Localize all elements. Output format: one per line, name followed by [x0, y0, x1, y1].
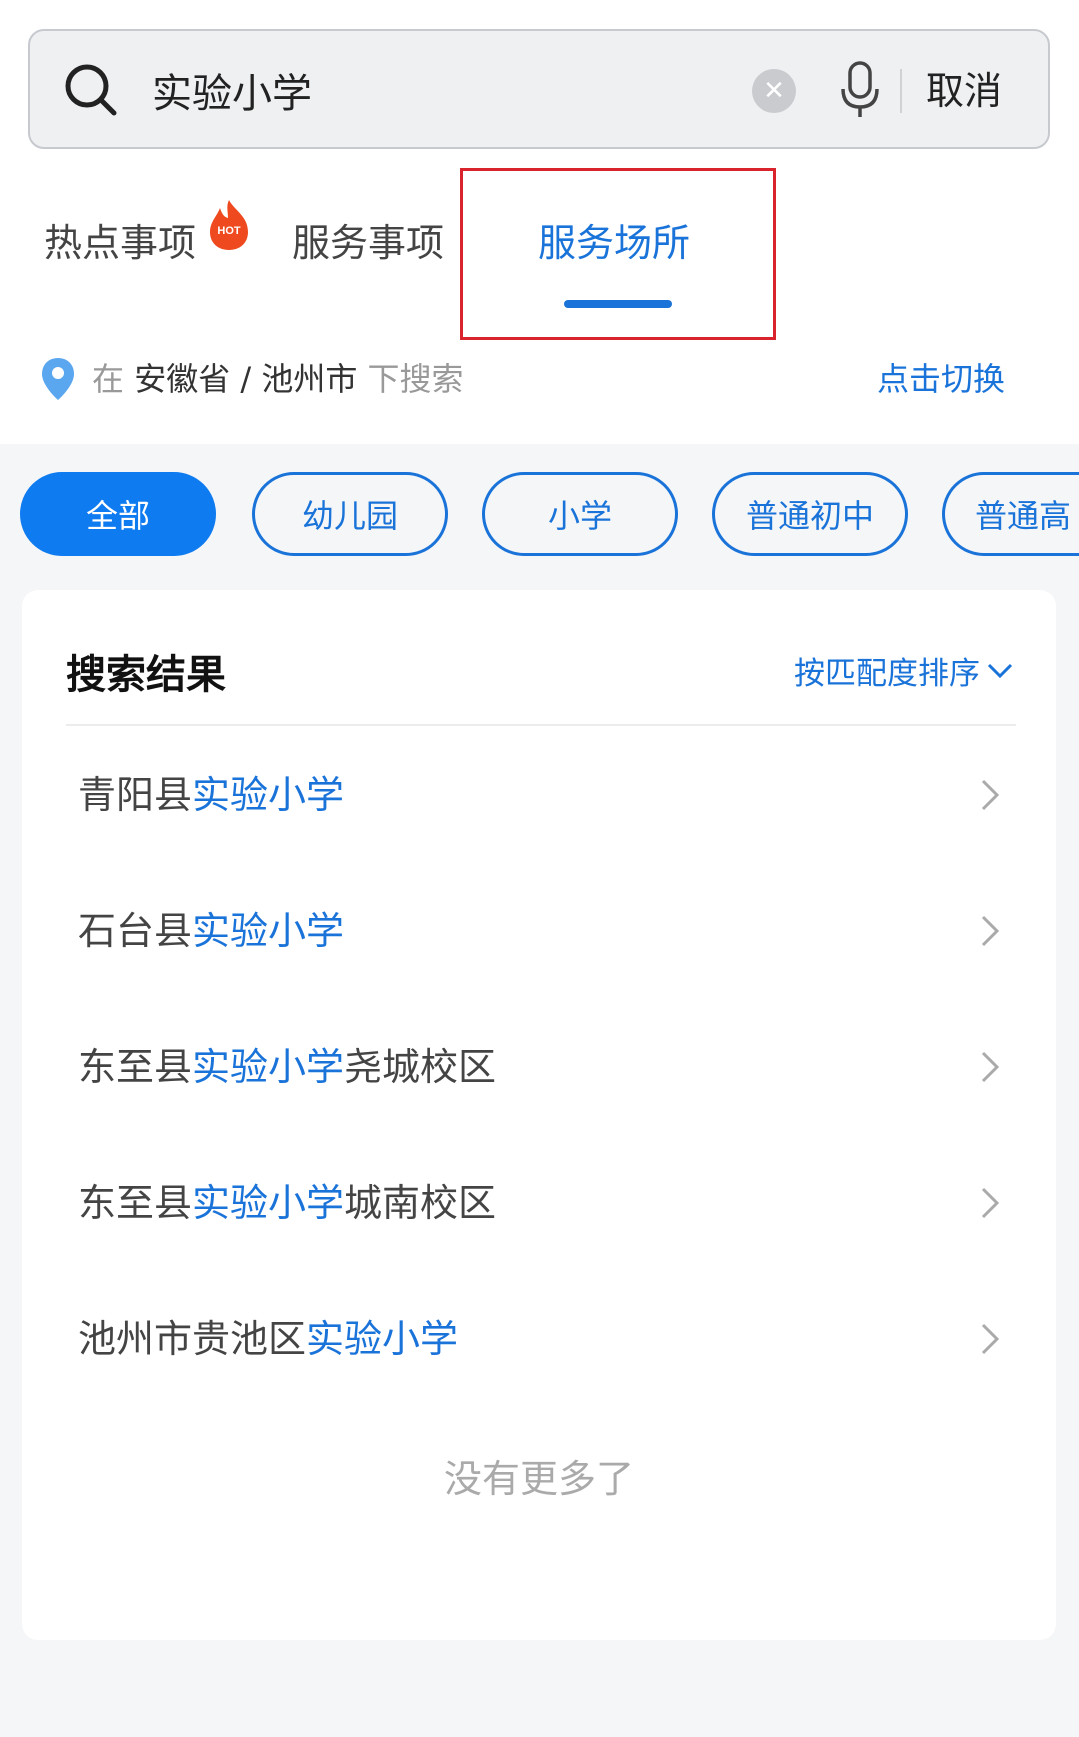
item-match: 实验小学: [192, 1045, 345, 1089]
list-item-name: 青阳县实验小学: [78, 770, 344, 820]
chevron-down-icon: [987, 663, 1013, 678]
chevron-right-icon: [981, 1323, 1000, 1355]
hot-icon: HOT: [210, 200, 248, 250]
pin-icon: [42, 358, 74, 400]
chevron-right-icon: [981, 1051, 1000, 1083]
item-match: 实验小学: [192, 1181, 345, 1225]
hot-badge-text: HOT: [217, 225, 241, 237]
chip-junior-high[interactable]: 普通初中: [712, 472, 908, 556]
item-prefix: 东至县: [78, 1181, 193, 1225]
highlight-box: [460, 168, 776, 340]
chevron-right-icon: [981, 779, 1000, 811]
clear-icon[interactable]: ✕: [752, 69, 796, 113]
search-divider: [900, 69, 902, 113]
location-region: 安徽省 / 池州市: [134, 360, 358, 398]
list-item[interactable]: 池州市贵池区实验小学: [22, 1270, 1056, 1406]
results-header: 搜索结果 按匹配度排序: [22, 590, 1056, 726]
switch-location-link[interactable]: 点击切换: [877, 356, 1005, 402]
list-item[interactable]: 东至县实验小学城南校区: [22, 1134, 1056, 1270]
search-bar: ✕ 取消: [28, 29, 1050, 149]
sort-button[interactable]: 按匹配度排序: [794, 648, 1014, 693]
list-item-name: 池州市贵池区实验小学: [78, 1314, 458, 1364]
chip-all[interactable]: 全部: [20, 472, 216, 556]
chevron-right-icon: [981, 1187, 1000, 1219]
chip-kindergarten[interactable]: 幼儿园: [252, 472, 448, 556]
chip-primary[interactable]: 小学: [482, 472, 678, 556]
mic-icon[interactable]: [838, 59, 882, 123]
item-prefix: 东至县: [78, 1045, 193, 1089]
location-row: 在 安徽省 / 池州市 下搜索 点击切换: [0, 350, 1079, 408]
results-list: 青阳县实验小学 石台县实验小学 东至县实验小学尧城校区 东至县实验小学城南校区 …: [22, 726, 1056, 1406]
chip-senior-high[interactable]: 普通高: [942, 472, 1079, 556]
cancel-button[interactable]: 取消: [926, 59, 1002, 123]
list-item-name: 东至县实验小学尧城校区: [78, 1042, 496, 1092]
item-prefix: 池州市贵池区: [78, 1317, 307, 1361]
item-suffix: 尧城校区: [344, 1045, 497, 1089]
list-item[interactable]: 石台县实验小学: [22, 862, 1056, 998]
item-match: 实验小学: [192, 909, 345, 953]
item-suffix: 城南校区: [344, 1181, 497, 1225]
tab-service-items[interactable]: 服务事项: [292, 218, 444, 268]
results-title: 搜索结果: [66, 652, 226, 698]
tab-hot-items[interactable]: 热点事项: [44, 218, 196, 268]
item-prefix: 青阳县: [78, 773, 193, 817]
sort-label: 按匹配度排序: [794, 656, 980, 692]
filter-chips: 全部 幼儿园 小学 普通初中 普通高: [0, 472, 1079, 560]
location-text: 在 安徽省 / 池州市 下搜索: [92, 356, 464, 402]
search-icon: [65, 64, 117, 116]
location-prefix: 在: [92, 360, 125, 398]
results-card: 搜索结果 按匹配度排序 青阳县实验小学 石台县实验小学 东至县实验小学尧城校区 …: [22, 590, 1056, 1640]
list-item[interactable]: 东至县实验小学尧城校区: [22, 998, 1056, 1134]
end-of-list-text: 没有更多了: [443, 1457, 634, 1501]
list-item[interactable]: 青阳县实验小学: [22, 726, 1056, 862]
item-prefix: 石台县: [78, 909, 193, 953]
chevron-right-icon: [981, 915, 1000, 947]
top-section: ✕ 取消 热点事项 HOT 服务事项 服务场所 在 安徽省 / 池州市 下搜索 …: [0, 0, 1079, 444]
list-item-name: 东至县实验小学城南校区: [78, 1178, 496, 1228]
location-suffix: 下搜索: [367, 360, 464, 398]
search-input[interactable]: [150, 49, 754, 131]
list-item-name: 石台县实验小学: [78, 906, 344, 956]
item-match: 实验小学: [306, 1317, 459, 1361]
item-match: 实验小学: [192, 773, 345, 817]
